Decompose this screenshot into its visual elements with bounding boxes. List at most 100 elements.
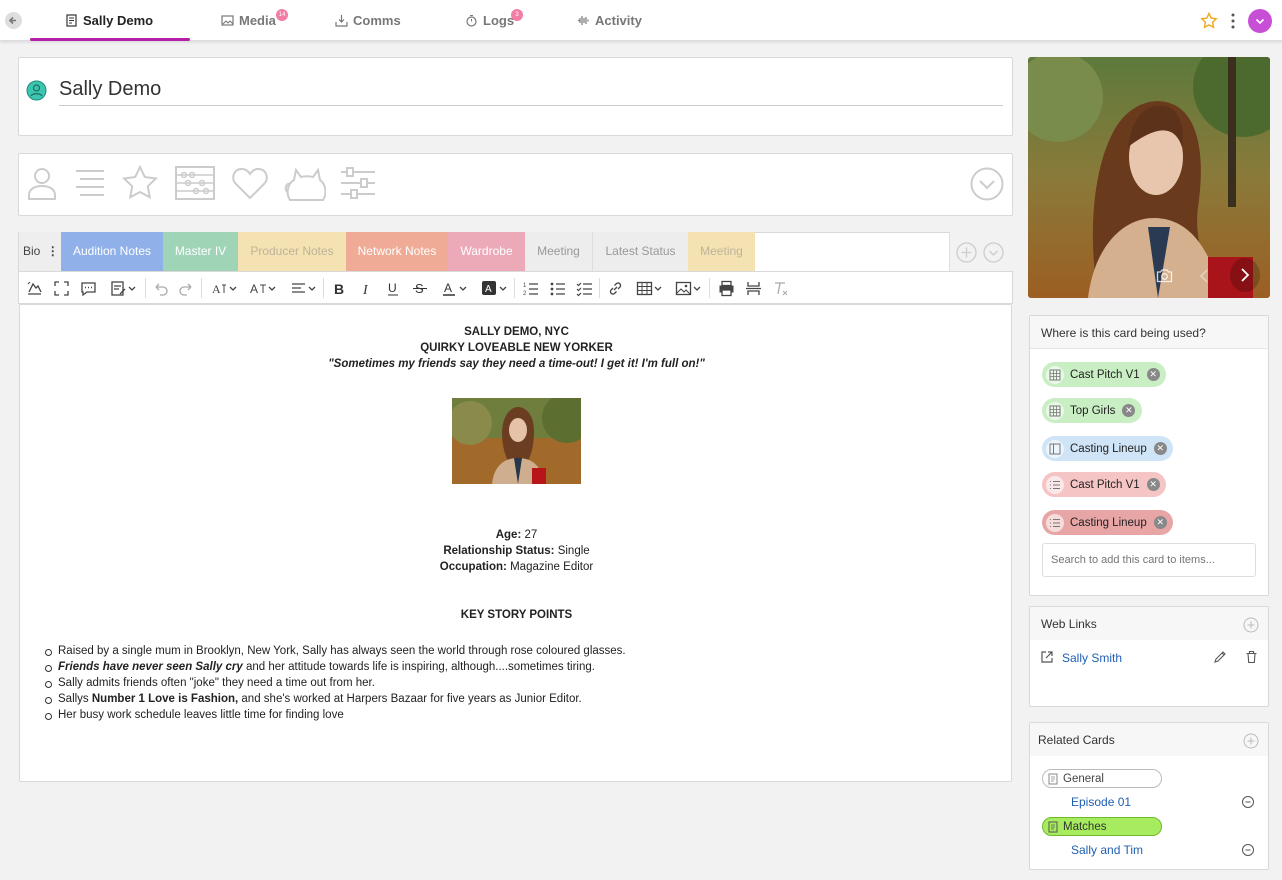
user-menu-avatar[interactable] bbox=[1248, 9, 1272, 33]
list-item-text: and she's worked at Harpers Bazaar for f… bbox=[238, 693, 582, 705]
next-photo-button[interactable] bbox=[1230, 258, 1260, 292]
card-name-input[interactable] bbox=[59, 74, 1003, 106]
add-related-card-icon[interactable] bbox=[1243, 733, 1259, 749]
tab-bio[interactable]: Bio ⋮ bbox=[19, 232, 61, 271]
usage-chip[interactable]: Top Girls ✕ bbox=[1042, 398, 1142, 423]
add-tab-icon[interactable] bbox=[956, 242, 977, 263]
bio-document[interactable]: SALLY DEMO, NYC QUIRKY LOVEABLE NEW YORK… bbox=[19, 304, 1012, 782]
tab-master-iv[interactable]: Master IV bbox=[163, 232, 238, 271]
undo-icon[interactable] bbox=[151, 279, 169, 297]
numbered-list-icon[interactable]: 12 bbox=[521, 279, 539, 297]
sliders-icon[interactable] bbox=[339, 165, 377, 201]
tab-wardrobe[interactable]: Wardrobe bbox=[448, 232, 525, 271]
tab-meeting-2[interactable]: Meeting bbox=[688, 232, 755, 271]
doc-relationship-line: Relationship Status: Single bbox=[20, 545, 1013, 557]
more-options-icon[interactable] bbox=[1230, 13, 1236, 29]
image-dropdown[interactable] bbox=[672, 279, 704, 297]
remove-chip-icon[interactable]: ✕ bbox=[1153, 516, 1167, 529]
tab-sally-demo[interactable]: Sally Demo bbox=[65, 0, 153, 41]
related-card-link[interactable]: Episode 01 bbox=[1071, 795, 1131, 809]
text-color-dropdown[interactable]: A bbox=[438, 279, 470, 297]
page-break-icon[interactable] bbox=[744, 279, 762, 297]
tab-logs[interactable]: Logs bbox=[465, 0, 514, 41]
svg-text:A: A bbox=[444, 281, 452, 295]
tab-label: Comms bbox=[353, 13, 401, 28]
table-dropdown[interactable] bbox=[633, 279, 665, 297]
back-arrow-icon[interactable] bbox=[5, 12, 22, 29]
svg-text:I: I bbox=[362, 283, 369, 297]
underline-icon[interactable]: U bbox=[384, 279, 402, 297]
align-dropdown[interactable] bbox=[287, 279, 319, 297]
toolbar-divider bbox=[145, 278, 146, 298]
highlight-color-dropdown[interactable]: A bbox=[478, 279, 510, 297]
tab-producer-notes[interactable]: Producer Notes bbox=[238, 232, 346, 271]
usage-chip-label: Casting Lineup bbox=[1070, 442, 1147, 455]
media-count-badge: 14 bbox=[276, 9, 288, 21]
related-group-general[interactable]: General bbox=[1042, 769, 1162, 788]
svg-text:U: U bbox=[388, 281, 397, 295]
redo-icon[interactable] bbox=[177, 279, 195, 297]
usage-chip[interactable]: Cast Pitch V1 ✕ bbox=[1042, 472, 1166, 497]
tab-activity[interactable]: Activity bbox=[577, 0, 642, 41]
expand-chevron-icon[interactable] bbox=[970, 167, 1004, 201]
tab-label: Bio bbox=[23, 244, 41, 258]
remove-chip-icon[interactable]: ✕ bbox=[1122, 404, 1136, 417]
image-icon bbox=[221, 15, 234, 26]
usage-chip[interactable]: Casting Lineup ✕ bbox=[1042, 436, 1173, 461]
related-card-link[interactable]: Sally and Tim bbox=[1071, 843, 1143, 857]
camera-icon[interactable] bbox=[1156, 268, 1173, 283]
tab-comms[interactable]: Comms bbox=[335, 0, 401, 41]
occupation-value: Magazine Editor bbox=[510, 561, 594, 573]
list-item-emphasis: Friends have never seen Sally cry bbox=[58, 661, 243, 673]
comment-icon[interactable] bbox=[79, 279, 97, 297]
bold-icon[interactable]: B bbox=[330, 279, 348, 297]
tab-meeting[interactable]: Meeting bbox=[525, 232, 593, 271]
add-web-link-icon[interactable] bbox=[1243, 617, 1259, 633]
remove-chip-icon[interactable]: ✕ bbox=[1146, 478, 1160, 491]
remove-chip-icon[interactable]: ✕ bbox=[1146, 368, 1160, 381]
strikethrough-icon[interactable]: S bbox=[411, 279, 429, 297]
document-icon bbox=[66, 14, 77, 27]
tab-label: Media bbox=[239, 13, 276, 28]
checklist-icon[interactable] bbox=[575, 279, 593, 297]
edit-pencil-icon[interactable] bbox=[1213, 650, 1227, 664]
favorite-star-icon[interactable] bbox=[1200, 12, 1218, 30]
tabs-dropdown-icon[interactable] bbox=[983, 242, 1004, 263]
toolbar-divider bbox=[514, 278, 515, 298]
list-item-text: and her attitude towards life is inspiri… bbox=[242, 661, 595, 673]
tab-latest-status[interactable]: Latest Status bbox=[593, 232, 688, 271]
tab-media[interactable]: Media bbox=[221, 0, 276, 41]
remove-related-icon[interactable] bbox=[1241, 843, 1255, 857]
add-to-items-search-input[interactable] bbox=[1042, 543, 1256, 577]
profile-icon[interactable] bbox=[24, 165, 60, 201]
bullet-list-icon[interactable] bbox=[548, 279, 566, 297]
star-outline-icon[interactable] bbox=[121, 164, 159, 202]
heart-icon[interactable] bbox=[231, 166, 269, 200]
text-lines-icon[interactable] bbox=[72, 165, 108, 201]
template-dropdown[interactable] bbox=[106, 279, 140, 297]
italic-icon[interactable]: I bbox=[357, 279, 375, 297]
page-setup-icon[interactable] bbox=[25, 279, 43, 297]
related-group-matches[interactable]: Matches bbox=[1042, 817, 1162, 836]
font-family-dropdown[interactable]: A bbox=[208, 279, 240, 297]
usage-chip-label: Cast Pitch V1 bbox=[1070, 478, 1140, 491]
previous-photo-icon[interactable] bbox=[1198, 268, 1210, 284]
print-icon[interactable] bbox=[717, 279, 735, 297]
abacus-icon[interactable] bbox=[174, 165, 216, 201]
waveform-icon bbox=[578, 16, 589, 25]
usage-chip[interactable]: Casting Lineup ✕ bbox=[1042, 510, 1173, 535]
fullscreen-icon[interactable] bbox=[52, 279, 70, 297]
font-size-dropdown[interactable]: A bbox=[247, 279, 279, 297]
web-link[interactable]: Sally Smith bbox=[1062, 651, 1122, 665]
link-icon[interactable] bbox=[606, 279, 624, 297]
remove-related-icon[interactable] bbox=[1241, 795, 1255, 809]
remove-chip-icon[interactable]: ✕ bbox=[1153, 442, 1167, 455]
delete-trash-icon[interactable] bbox=[1245, 650, 1258, 664]
tab-network-notes[interactable]: Network Notes bbox=[346, 232, 448, 271]
clear-formatting-icon[interactable] bbox=[771, 279, 789, 297]
tab-audition-notes[interactable]: Audition Notes bbox=[61, 232, 163, 271]
cat-icon[interactable] bbox=[284, 164, 326, 202]
logs-count-badge: 3 bbox=[511, 9, 523, 21]
usage-chip[interactable]: Cast Pitch V1 ✕ bbox=[1042, 362, 1166, 387]
tab-menu-icon[interactable]: ⋮ bbox=[47, 244, 59, 258]
